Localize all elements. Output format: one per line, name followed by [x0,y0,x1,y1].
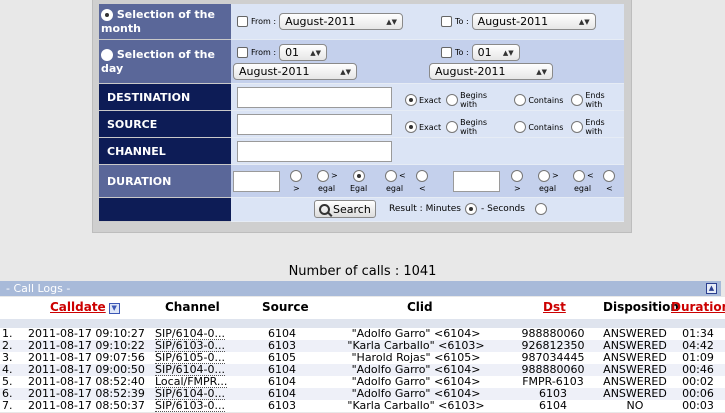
day-selection-content: From : 01 ▲▼ August-2011 ▲▼ To : 01 ▲▼ Augu… [231,40,624,84]
filter-row-destination: DESTINATION Exact Begins with Contains E… [99,84,624,111]
filter-row-day: Selection of the day From : 01 ▲▼ August-… [99,40,624,84]
column-dst[interactable]: Dst [543,300,566,314]
month-to-checkbox[interactable] [441,16,452,27]
day-from-month-select[interactable]: August-2011 ▲▼ [233,63,357,80]
duration2-gt-radio[interactable] [511,170,523,182]
filter-table: Selection of the month From : August-201… [99,4,624,222]
filter-row-channel: CHANNEL [99,138,624,165]
filter-row-source: SOURCE Exact Begins with Contains Ends w… [99,111,624,138]
day-selection-radio[interactable] [101,48,113,61]
destination-begins-radio[interactable] [446,94,459,106]
call-logs-header: - Call Logs - ▲ [0,281,721,296]
column-disposition: Disposition [603,300,679,314]
result-minutes-radio[interactable] [465,203,477,215]
duration-lte-radio[interactable] [385,170,397,182]
filter-row-month: Selection of the month From : August-201… [99,4,624,40]
duration-content: > > egal Egal < egal < > > egal < egal < [231,165,624,198]
source-begins-radio[interactable] [446,121,459,133]
filter-row-search: Search Result : Minutes - Seconds [99,198,624,222]
source-label: SOURCE [99,111,231,138]
day-from-checkbox[interactable] [237,47,248,58]
column-source: Source [262,300,309,314]
destination-label: DESTINATION [99,84,231,111]
source-content: Exact Begins with Contains Ends with [231,111,624,138]
column-clid: Clid [407,300,433,314]
select-arrows-icon: ▲▼ [310,48,322,57]
channel-input[interactable] [237,141,392,162]
duration2-lt-radio[interactable] [603,170,615,182]
duration2-gte-radio[interactable] [538,170,550,182]
duration-gte-radio[interactable] [317,170,329,182]
select-arrows-icon: ▲▼ [386,17,398,26]
duration-min-input[interactable] [233,171,280,192]
duration-lt-radio[interactable] [416,170,428,182]
filter-row-duration: DURATION > > egal Egal < egal < > > egal… [99,165,624,198]
month-from-select[interactable]: August-2011 ▲▼ [279,13,404,30]
destination-contains-radio[interactable] [514,94,527,106]
call-count: Number of calls : 1041 [288,264,437,279]
search-row-content: Search Result : Minutes - Seconds [231,198,624,222]
sort-down-icon[interactable]: ▼ [108,303,120,314]
channel-label: CHANNEL [99,138,231,165]
month-selection-content: From : August-2011 ▲▼ To : August-2011 ▲▼ [231,4,624,40]
source-exact-radio[interactable] [405,121,417,133]
select-arrows-icon: ▲▼ [578,17,590,26]
column-duration[interactable]: Duration [671,300,725,314]
column-calldate[interactable]: Calldate ▼ [50,300,120,314]
duration-label: DURATION [99,165,231,198]
duration-eq-radio[interactable] [353,170,365,182]
month-selection-label: Selection of the month [99,4,231,40]
result-seconds-radio[interactable] [534,203,547,215]
month-selection-radio[interactable] [101,8,113,21]
column-channel: Channel [165,300,220,314]
search-row-label [99,198,231,222]
duration-gt-radio[interactable] [290,170,302,182]
duration-max-input[interactable] [453,171,500,192]
duration2-lte-radio[interactable] [573,170,585,182]
source-ends-radio[interactable] [571,121,584,133]
destination-content: Exact Begins with Contains Ends with [231,84,624,111]
call-logs-table: 1. 2011-08-17 09:10:27 SIP/6104-0... 6104 "A… [0,328,725,412]
magnifier-icon [319,203,330,215]
destination-input[interactable] [237,87,392,108]
day-selection-label: Selection of the day [99,40,231,84]
source-input[interactable] [237,114,392,135]
destination-ends-radio[interactable] [571,94,584,106]
day-to-select[interactable]: 01 ▲▼ [471,44,520,61]
collapse-icon[interactable]: ▲ [706,283,717,294]
day-to-checkbox[interactable] [441,47,452,58]
channel-content [231,138,624,165]
month-to-select[interactable]: August-2011 ▲▼ [471,13,596,30]
day-from-select[interactable]: 01 ▲▼ [279,44,328,61]
source-contains-radio[interactable] [514,121,527,133]
search-button[interactable]: Search [314,200,376,218]
table-row[interactable]: 7. 2011-08-17 08:50:37 SIP/6103-0... 6103 "K… [0,400,725,412]
select-arrows-icon: ▲▼ [340,67,351,76]
month-from-checkbox[interactable] [237,16,248,27]
select-arrows-icon: ▲▼ [536,67,547,76]
search-panel: Selection of the month From : August-201… [92,0,632,233]
call-logs-columns: Calldate ▼ Channel Source Clid Dst Dispos… [0,297,725,319]
destination-exact-radio[interactable] [405,94,417,106]
day-to-month-select[interactable]: August-2011 ▲▼ [429,63,553,80]
select-arrows-icon: ▲▼ [502,48,514,57]
